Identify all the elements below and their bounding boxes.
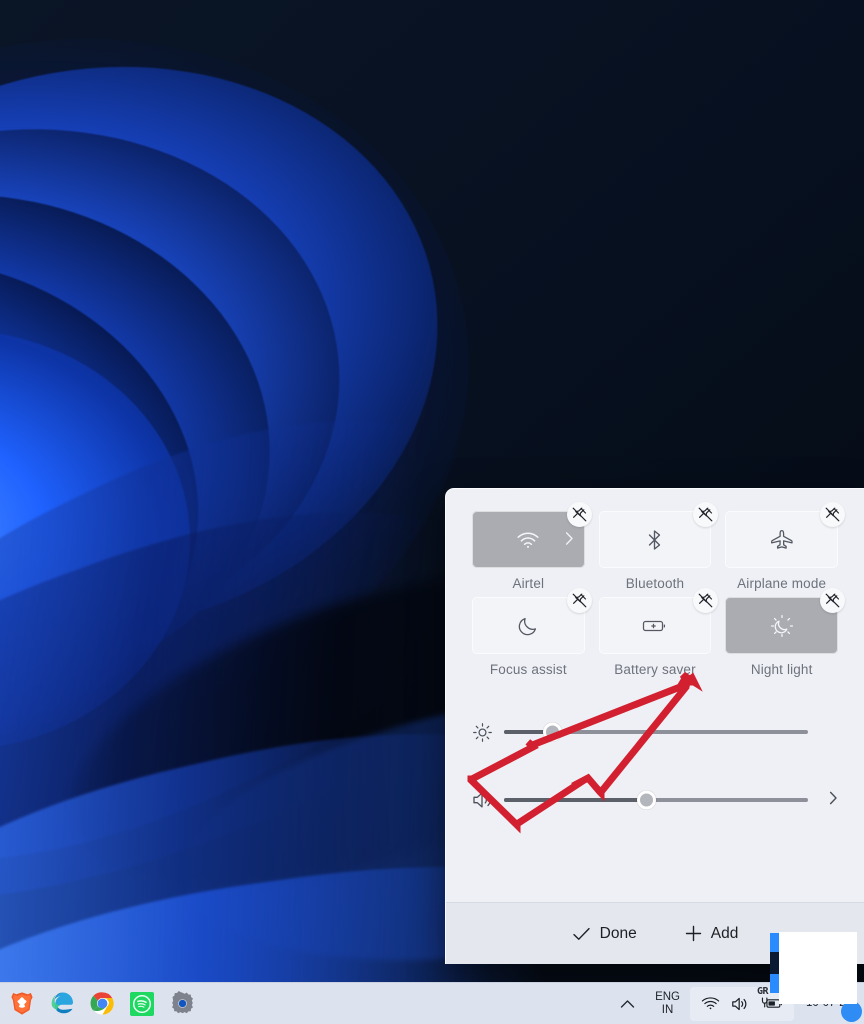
volume-slider-track[interactable]	[504, 790, 808, 810]
wifi-tray-icon[interactable]	[701, 996, 720, 1011]
taskbar-app-chrome[interactable]	[89, 991, 115, 1017]
quick-settings-tile-grid: Airtel Bluetooth Airplane mode Focus ass…	[472, 502, 845, 677]
done-button[interactable]: Done	[563, 920, 646, 948]
brightness-slider-row[interactable]	[472, 709, 838, 755]
unpin-icon[interactable]	[566, 588, 592, 613]
chevron-right-icon[interactable]	[565, 531, 574, 548]
quick-tile-night-light-label: Night light	[750, 662, 813, 677]
wifi-icon	[516, 531, 540, 549]
volume-icon	[472, 790, 504, 810]
volume-slider-row[interactable]	[472, 777, 838, 823]
tray-accent-dot	[841, 1001, 862, 1022]
taskbar[interactable]: ENG IN	[0, 982, 864, 1024]
check-icon	[572, 926, 591, 942]
quick-tile-focus-assist[interactable]: Focus assist	[472, 588, 592, 677]
taskbar-app-list	[0, 991, 195, 1017]
brightness-slider-knob[interactable]	[543, 722, 563, 742]
quick-tile-battery-saver-label: Battery saver	[614, 662, 696, 677]
white-overlay-rectangle	[779, 932, 857, 1004]
night-light-icon	[770, 614, 794, 638]
done-button-label: Done	[599, 924, 637, 942]
taskbar-app-edge[interactable]	[49, 991, 75, 1017]
quick-tile-focus-assist-label: Focus assist	[489, 662, 567, 677]
battery-saver-icon	[642, 618, 668, 634]
quick-tile-battery-saver[interactable]: Battery saver	[598, 588, 719, 677]
quick-tile-wifi[interactable]: Airtel	[472, 502, 592, 591]
bluetooth-icon	[647, 529, 662, 551]
quick-tile-bluetooth[interactable]: Bluetooth	[598, 502, 719, 591]
desktop-screen: Airtel Bluetooth Airplane mode Focus ass…	[0, 0, 864, 1024]
brightness-slider-track[interactable]	[504, 722, 808, 742]
tray-language-primary: ENG	[655, 991, 680, 1004]
quick-settings-panel[interactable]: Airtel Bluetooth Airplane mode Focus ass…	[445, 488, 864, 964]
brightness-icon	[472, 722, 504, 743]
add-button-label: Add	[710, 924, 739, 942]
quick-tile-bluetooth-label: Bluetooth	[625, 576, 685, 591]
volume-slider-fill	[504, 798, 647, 802]
quick-tile-night-light[interactable]: Night light	[725, 588, 845, 677]
plus-icon	[685, 925, 702, 942]
unpin-icon[interactable]	[693, 502, 719, 527]
taskbar-app-brave[interactable]	[9, 991, 35, 1017]
volume-tray-icon[interactable]	[731, 996, 750, 1012]
airplane-icon	[770, 529, 794, 551]
moon-icon	[517, 615, 539, 637]
tray-language-indicator[interactable]: ENG IN	[645, 991, 690, 1016]
taskbar-app-settings[interactable]	[169, 991, 195, 1017]
quick-settings-body: Airtel Bluetooth Airplane mode Focus ass…	[446, 489, 864, 823]
quick-tile-wifi-label: Airtel	[512, 576, 545, 591]
quick-tile-airplane-mode[interactable]: Airplane mode	[725, 502, 845, 591]
tray-badge-text: GR	[757, 986, 769, 997]
volume-output-chevron-icon[interactable]	[812, 791, 838, 810]
tray-language-secondary: IN	[661, 1003, 674, 1016]
unpin-icon[interactable]	[566, 502, 592, 527]
unpin-icon[interactable]	[819, 588, 845, 613]
unpin-icon[interactable]	[819, 502, 845, 527]
volume-slider-knob[interactable]	[637, 790, 657, 810]
unpin-icon[interactable]	[693, 588, 719, 613]
taskbar-app-spotify[interactable]	[129, 991, 155, 1017]
quick-tile-airplane-mode-label: Airplane mode	[737, 576, 827, 591]
tray-overflow-chevron-up-icon[interactable]	[610, 999, 645, 1009]
add-button[interactable]: Add	[676, 920, 748, 948]
